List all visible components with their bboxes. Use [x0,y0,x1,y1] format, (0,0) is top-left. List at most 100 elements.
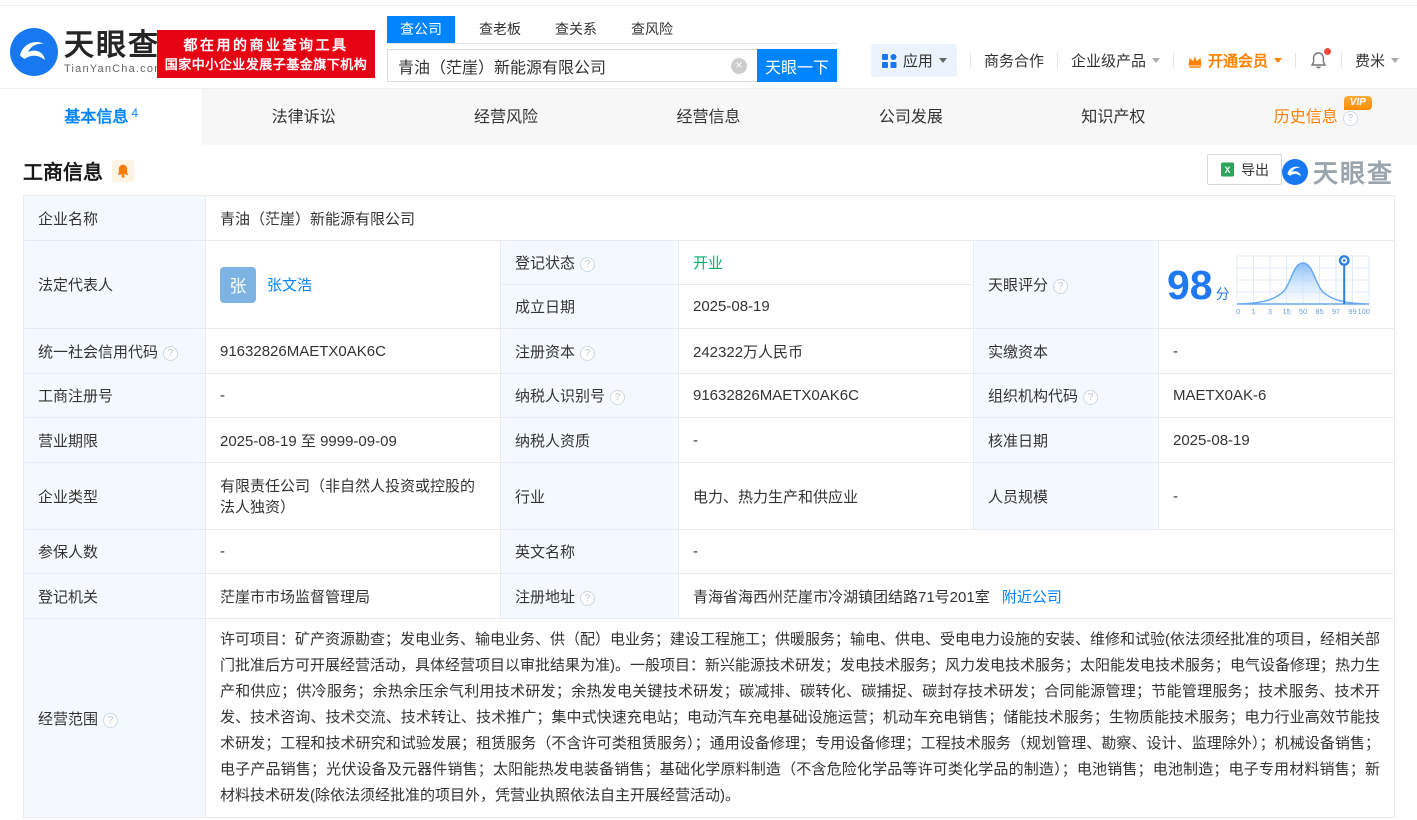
search-input[interactable] [387,49,757,82]
site-logo[interactable]: 天眼查 TianYanCha.com [10,28,165,76]
search-button[interactable]: 天眼一下 [757,49,837,82]
address-value: 青海省海西州茫崖市冷湖镇团结路71号201室 [693,589,990,606]
svg-text:15: 15 [1282,307,1290,316]
legal-rep-avatar[interactable]: 张 [220,267,256,303]
legal-rep-name-link[interactable]: 张文浩 [267,274,312,295]
credit-code-label: 统一社会信用代码 [38,344,158,361]
help-icon[interactable]: ? [610,390,625,405]
clear-search-icon[interactable]: × [731,58,747,74]
tab-history-info-label: 历史信息 [1274,109,1338,126]
logo-text: 天眼查 TianYanCha.com [64,30,165,75]
help-icon[interactable]: ? [1053,279,1068,294]
header-nav: 应用 商务合作 企业级产品 开通会员 [871,44,1399,77]
tab-company-development[interactable]: 公司发展 [810,89,1012,145]
svg-text:3: 3 [1268,307,1272,316]
industry-label: 行业 [501,463,679,530]
site-header: 天眼查 TianYanCha.com 都在用的商业查询工具 国家中小企业发展子基… [0,6,1417,88]
apps-menu[interactable]: 应用 [871,44,957,77]
staff-size-value: - [1159,463,1395,530]
help-icon[interactable]: ? [1083,390,1098,405]
export-label: 导出 [1241,160,1269,180]
help-icon[interactable]: ? [163,346,178,361]
company-type-label: 企业类型 [24,463,206,530]
enterprise-products-label: 企业级产品 [1071,50,1146,71]
logo-name: 天眼查 [64,30,165,62]
apps-grid-icon [881,53,897,69]
vip-badge: VIP [1344,96,1372,110]
search-tab-boss[interactable]: 查老板 [477,19,523,43]
business-term-value: 2025-08-19 至 9999-09-09 [206,418,501,463]
chevron-down-icon [1274,58,1282,63]
notifications-button[interactable] [1309,51,1328,70]
org-code-value: MAETX0AK-6 [1159,374,1395,418]
score-distribution-chart: 0 1 3 15 50 85 97 99 100 [1236,253,1370,317]
svg-text:1: 1 [1251,307,1255,316]
search-row: × 天眼一下 [387,49,837,82]
taxpayer-id-label: 纳税人识别号 [515,388,605,405]
help-icon[interactable]: ? [103,713,118,728]
reg-capital-label-cell: 注册资本? [501,329,679,374]
taxpayer-cert-value: - [679,418,974,463]
chevron-down-icon [1391,58,1399,63]
score-cell: 98 分 [1159,241,1395,329]
help-icon[interactable]: ? [1343,111,1358,126]
score-label: 天眼评分 [988,277,1048,294]
watermark-name: 天眼查 [1313,154,1394,190]
subscribe-bell-button[interactable] [112,160,134,182]
reg-authority-value: 茫崖市市场监督管理局 [206,574,501,619]
business-info-table: 企业名称 青油（茫崖）新能源有限公司 法定代表人 张 张文浩 登记状态? 开业 … [23,195,1395,818]
svg-text:97: 97 [1331,307,1339,316]
tab-operating-info[interactable]: 经营信息 [607,89,809,145]
tab-legal-proceedings[interactable]: 法律诉讼 [202,89,404,145]
search-module: 查公司 查老板 查关系 查风险 × 天眼一下 [387,18,837,82]
table-row: 营业期限 2025-08-19 至 9999-09-09 纳税人资质 - 核准日… [24,418,1395,463]
tab-intellectual-property[interactable]: 知识产权 [1012,89,1214,145]
excel-icon: X [1220,162,1235,177]
score-label-cell: 天眼评分? [974,241,1159,329]
table-row: 企业类型 有限责任公司（非自然人投资或控股的法人独资） 行业 电力、热力生产和供… [24,463,1395,530]
address-label-cell: 注册地址? [501,574,679,619]
user-menu[interactable]: 费米 [1355,50,1399,71]
industry-value: 电力、热力生产和供应业 [679,463,974,530]
business-cooperation-link[interactable]: 商务合作 [984,50,1044,71]
export-button[interactable]: X 导出 [1207,154,1282,185]
search-tab-company[interactable]: 查公司 [387,16,455,43]
reg-status-value-cell: 开业 [679,241,974,285]
table-row: 参保人数 - 英文名称 - [24,530,1395,574]
tab-basic-info-count: 4 [131,106,138,120]
nav-divider [1057,53,1058,68]
help-icon[interactable]: ? [580,257,595,272]
org-code-label: 组织机构代码 [988,388,1078,405]
address-value-cell: 青海省海西州茫崖市冷湖镇团结路71号201室 附近公司 [679,574,1395,619]
legal-rep-cell: 张 张文浩 [206,241,501,329]
tab-operating-risk[interactable]: 经营风险 [405,89,607,145]
reg-status-label: 登记状态 [515,255,575,272]
table-row: 企业名称 青油（茫崖）新能源有限公司 [24,196,1395,241]
est-date-value: 2025-08-19 [679,285,974,329]
enterprise-products-menu[interactable]: 企业级产品 [1071,50,1160,71]
open-vip-menu[interactable]: 开通会员 [1187,50,1282,71]
company-name-label: 企业名称 [24,196,206,241]
chevron-down-icon [1152,58,1160,63]
tab-basic-info-label: 基本信息 [64,109,128,126]
apps-label: 应用 [903,50,933,71]
paid-capital-value: - [1159,329,1395,374]
tab-basic-info[interactable]: 基本信息4 [0,89,202,145]
tab-history-info[interactable]: VIP 历史信息? [1215,89,1417,145]
business-term-label: 营业期限 [24,418,206,463]
paid-capital-label: 实缴资本 [974,329,1159,374]
help-icon[interactable]: ? [580,591,595,606]
est-date-label: 成立日期 [501,285,679,329]
notification-dot [1324,48,1331,55]
help-icon[interactable]: ? [580,346,595,361]
nearby-companies-link[interactable]: 附近公司 [1002,589,1062,606]
business-scope-text: 许可项目：矿产资源勘查；发电业务、输电业务、供（配）电业务；建设工程施工；供暖服… [220,627,1380,809]
section-title-row: 工商信息 [23,156,134,185]
score-value: 98 [1167,263,1213,307]
english-name-value: - [679,530,1395,574]
company-name-value: 青油（茫崖）新能源有限公司 [206,196,1395,241]
approval-date-value: 2025-08-19 [1159,418,1395,463]
search-tab-relation[interactable]: 查关系 [553,19,599,43]
business-scope-label: 经营范围 [38,711,98,728]
search-tab-risk[interactable]: 查风险 [629,19,675,43]
